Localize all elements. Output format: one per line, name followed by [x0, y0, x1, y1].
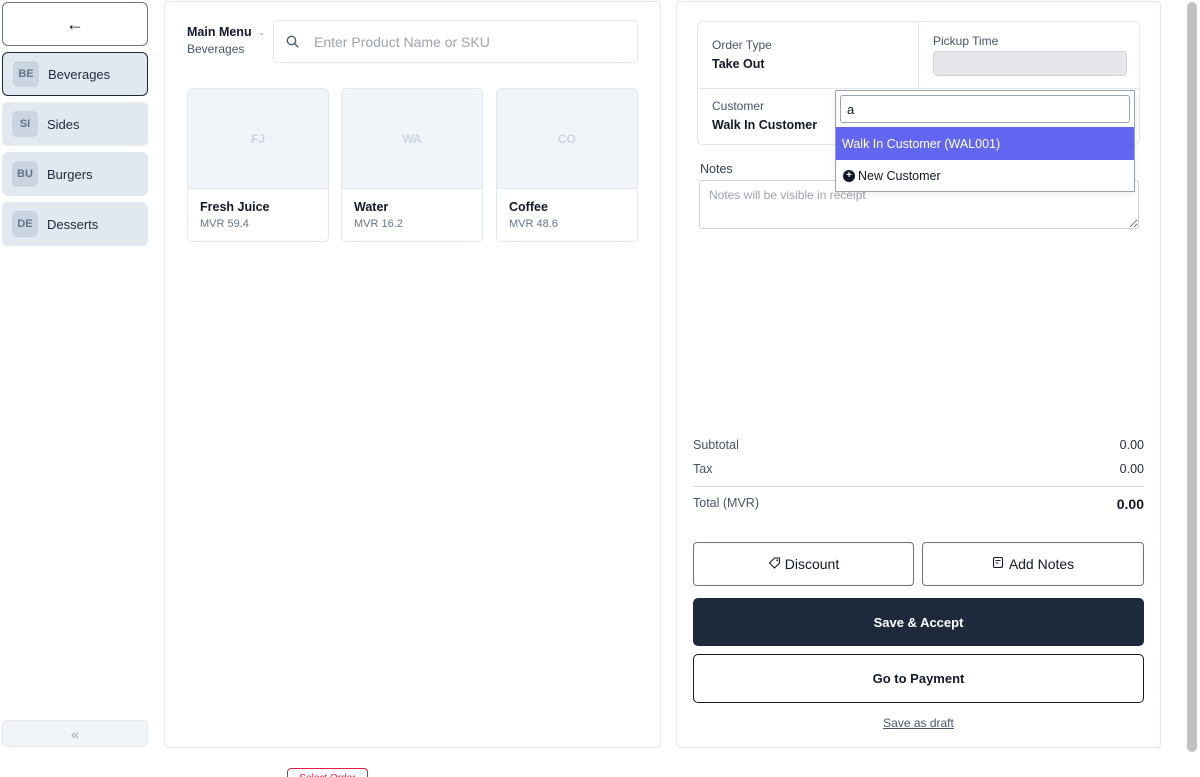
category-item-desserts[interactable]: DE Desserts: [2, 202, 148, 246]
arrow-left-icon: ←: [66, 13, 84, 34]
notes-label: Notes: [700, 162, 733, 176]
category-item-beverages[interactable]: BE Beverages: [2, 52, 148, 96]
subtotal-label: Subtotal: [693, 438, 739, 452]
product-name: Fresh Juice: [200, 200, 270, 214]
category-item-burgers[interactable]: BU Burgers: [2, 152, 148, 196]
customer-value[interactable]: Walk In Customer: [712, 118, 817, 132]
category-item-sides[interactable]: SI Sides: [2, 102, 148, 146]
tax-label: Tax: [693, 462, 713, 476]
product-thumbnail: FJ: [188, 89, 328, 189]
subtotal-value: 0.00: [1119, 438, 1144, 452]
tag-icon: [768, 556, 781, 572]
product-search: [273, 20, 638, 63]
save-as-draft-link[interactable]: Save as draft: [677, 716, 1160, 730]
tax-value: 0.00: [1119, 462, 1144, 476]
save-accept-button[interactable]: Save & Accept: [693, 598, 1144, 646]
product-card-fresh-juice[interactable]: FJ Fresh Juice MVR 59.4: [187, 88, 329, 242]
product-price: MVR 48.6: [509, 218, 558, 230]
current-category-label: Beverages: [187, 42, 245, 56]
total-value: 0.00: [1116, 496, 1144, 512]
total-row: Total (MVR) 0.00: [693, 496, 1144, 512]
page-scrollbar[interactable]: [1187, 2, 1197, 752]
add-notes-label: Add Notes: [1008, 556, 1075, 572]
product-price: MVR 59.4: [200, 218, 249, 230]
pickup-time-label: Pickup Time: [933, 34, 999, 48]
new-customer-label: New Customer: [858, 169, 941, 183]
collapse-sidebar-button[interactable]: «: [2, 720, 148, 747]
category-label: Beverages: [48, 66, 111, 82]
product-card-water[interactable]: WA Water MVR 16.2: [341, 88, 483, 242]
category-label: Sides: [47, 116, 80, 132]
category-badge: BE: [13, 61, 39, 87]
product-thumbnail: WA: [342, 89, 482, 189]
product-card-coffee[interactable]: CO Coffee MVR 48.6: [496, 88, 638, 242]
double-chevron-left-icon: «: [71, 725, 79, 742]
category-badge: SI: [12, 111, 38, 137]
product-panel: Main Menu ⌄ Beverages FJ Fresh Juice MVR…: [164, 1, 661, 748]
product-name: Water: [354, 200, 389, 214]
product-price: MVR 16.2: [354, 218, 403, 230]
category-label: Desserts: [47, 216, 99, 232]
divider: [918, 22, 919, 88]
divider: [693, 486, 1144, 487]
customer-label: Customer: [712, 99, 765, 113]
add-notes-button[interactable]: Add Notes: [922, 542, 1144, 586]
menu-selector-title: Main Menu ⌄: [187, 25, 265, 39]
category-badge: DE: [12, 211, 38, 237]
subtotal-row: Subtotal 0.00: [693, 438, 1144, 452]
select-order-button[interactable]: Select Order: [287, 768, 368, 777]
category-label: Burgers: [47, 166, 93, 182]
product-thumbnail: CO: [497, 89, 637, 189]
chevron-down-icon: ⌄: [257, 26, 266, 37]
total-label: Total (MVR): [693, 496, 759, 510]
back-button[interactable]: ←: [2, 2, 148, 46]
dropdown-option-walk-in-customer[interactable]: Walk In Customer (WAL001): [836, 127, 1134, 160]
customer-search-input[interactable]: [840, 95, 1130, 123]
customer-dropdown: Walk In Customer (WAL001) + New Customer: [835, 90, 1135, 192]
tax-row: Tax 0.00: [693, 462, 1144, 476]
menu-label: Main Menu: [187, 25, 252, 39]
go-to-payment-button[interactable]: Go to Payment: [693, 654, 1144, 703]
order-type-value[interactable]: Take Out: [712, 57, 765, 71]
discount-label: Discount: [784, 556, 840, 572]
order-type-label: Order Type: [712, 38, 772, 52]
note-icon: [992, 556, 1005, 572]
product-search-input[interactable]: [314, 33, 624, 50]
pickup-time-input[interactable]: [933, 51, 1127, 76]
dropdown-option-new-customer[interactable]: + New Customer: [836, 163, 1134, 189]
category-sidebar: ← BE Beverages SI Sides BU Burgers DE De…: [2, 0, 149, 777]
product-name: Coffee: [509, 200, 548, 214]
menu-selector[interactable]: Main Menu ⌄ Beverages: [187, 25, 265, 56]
divider: [698, 88, 1139, 89]
category-badge: BU: [12, 161, 38, 187]
discount-button[interactable]: Discount: [693, 542, 914, 586]
search-icon: [286, 35, 300, 49]
plus-circle-icon: +: [843, 170, 855, 182]
